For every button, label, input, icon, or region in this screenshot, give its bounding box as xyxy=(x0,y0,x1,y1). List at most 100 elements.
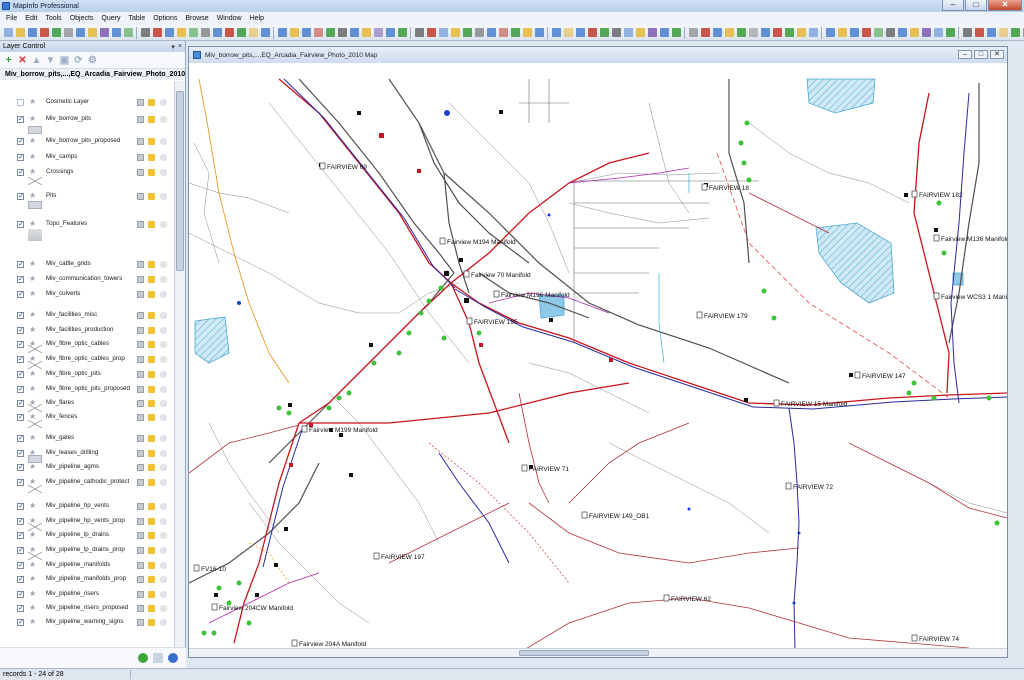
map-name-header[interactable]: Miv_borrow_pits,...,EQ_Arcadia_Fairview_… xyxy=(0,69,185,80)
map-label[interactable]: FAIRVIEW 72 xyxy=(793,484,833,491)
layer-selectable-icon[interactable] xyxy=(148,400,155,407)
toolbar-tool-icon[interactable] xyxy=(486,28,496,37)
layer-row[interactable]: ✓ ★ Miv_pipeline_hp_vents xyxy=(0,501,173,513)
toolbar-tool-icon[interactable] xyxy=(462,28,472,37)
layer-edit-icon[interactable] xyxy=(137,356,144,363)
layer-edit-icon[interactable] xyxy=(137,605,144,612)
toolbar-tool-icon[interactable] xyxy=(962,28,972,37)
well-marker[interactable] xyxy=(663,594,670,602)
toolbar-tool-icon[interactable] xyxy=(140,28,150,37)
layer-selectable-icon[interactable] xyxy=(148,518,155,525)
toolbar-tool-icon[interactable] xyxy=(945,28,955,37)
apply-icon[interactable] xyxy=(138,653,148,663)
layer-visible-checkbox[interactable]: ✓ xyxy=(17,503,24,510)
toolbar-tool-icon[interactable] xyxy=(3,28,13,37)
layer-visible-checkbox[interactable]: ✓ xyxy=(17,450,24,457)
well-marker[interactable] xyxy=(933,234,940,242)
layer-visible-checkbox[interactable]: ✓ xyxy=(17,576,24,583)
layer-row[interactable]: ✓ ★ Miv_pipeline_agms xyxy=(0,462,173,474)
layer-selectable-icon[interactable] xyxy=(148,312,155,319)
layer-edit-icon[interactable] xyxy=(137,291,144,298)
toolbar-tool-icon[interactable] xyxy=(808,28,818,37)
toolbar-tool-icon[interactable] xyxy=(575,28,585,37)
toolbar-tool-icon[interactable] xyxy=(349,28,359,37)
toolbar-tool-icon[interactable] xyxy=(236,28,246,37)
layer-selectable-icon[interactable] xyxy=(148,547,155,554)
map-scroll-thumb[interactable] xyxy=(519,650,649,656)
layer-edit-icon[interactable] xyxy=(137,562,144,569)
layer-row[interactable]: ✓ ★ Miv_borrow_pits xyxy=(0,114,173,126)
layer-edit-icon[interactable] xyxy=(137,116,144,123)
map-restore-button[interactable]: □ xyxy=(974,50,988,59)
layer-row[interactable]: ✓ ★ Miv_pipeline_lp_drains_prop xyxy=(0,545,173,557)
layer-visible-checkbox[interactable]: ✓ xyxy=(17,386,24,393)
well-marker[interactable] xyxy=(463,270,470,278)
layer-label-icon[interactable] xyxy=(160,221,167,228)
map-label[interactable]: Fairview 204A Manifold xyxy=(299,641,367,648)
toolbar-tool-icon[interactable] xyxy=(337,28,347,37)
layer-label-icon[interactable] xyxy=(160,312,167,319)
layer-label-icon[interactable] xyxy=(160,291,167,298)
map-label[interactable]: FV16-10 xyxy=(201,566,226,573)
layer-row[interactable]: ✓ ★ Miv_gates xyxy=(0,433,173,445)
layer-label-icon[interactable] xyxy=(160,261,167,268)
toolbar-tool-icon[interactable] xyxy=(837,28,847,37)
layer-row[interactable]: ✓ ★ Miv_camps xyxy=(0,152,173,164)
layer-selectable-icon[interactable] xyxy=(148,291,155,298)
toolbar-tool-icon[interactable] xyxy=(450,28,460,37)
well-marker[interactable] xyxy=(933,292,940,300)
toolbar-tool-icon[interactable] xyxy=(974,28,984,37)
layer-edit-icon[interactable] xyxy=(137,327,144,334)
layer-row[interactable]: ✓ ★ Miv_facilities_production xyxy=(0,325,173,337)
toolbar-tool-icon[interactable] xyxy=(611,28,621,37)
layer-label-icon[interactable] xyxy=(160,576,167,583)
layer-label-icon[interactable] xyxy=(160,400,167,407)
menu-file[interactable]: File xyxy=(2,15,21,22)
well-marker[interactable] xyxy=(466,317,473,325)
layer-visible-checkbox[interactable]: ✓ xyxy=(17,619,24,626)
layer-label-icon[interactable] xyxy=(160,154,167,161)
panel-close-button[interactable]: × xyxy=(178,43,182,51)
close-button[interactable]: ✕ xyxy=(988,0,1022,11)
toolbar-tool-icon[interactable] xyxy=(438,28,448,37)
well-marker[interactable] xyxy=(785,482,792,490)
toolbar-tool-icon[interactable] xyxy=(998,28,1008,37)
toolbar-tool-icon[interactable] xyxy=(563,28,573,37)
move-up-icon[interactable]: ▲ xyxy=(31,55,42,66)
toolbar-tool-icon[interactable] xyxy=(260,28,270,37)
layer-row[interactable]: ✓ ★ Miv_flares xyxy=(0,398,173,410)
layer-edit-icon[interactable] xyxy=(137,99,144,106)
layer-selectable-icon[interactable] xyxy=(148,276,155,283)
layer-label-icon[interactable] xyxy=(160,562,167,569)
layer-row[interactable]: ✓ ★ Miv_borrow_pits_proposed xyxy=(0,136,173,148)
toolbar-tool-icon[interactable] xyxy=(248,28,258,37)
layer-visible-checkbox[interactable]: ✓ xyxy=(17,562,24,569)
layer-selectable-icon[interactable] xyxy=(148,450,155,457)
toolbar-tool-icon[interactable] xyxy=(635,28,645,37)
layer-edit-icon[interactable] xyxy=(137,464,144,471)
layer-row[interactable]: ✓ ★ Pits xyxy=(0,191,173,203)
layer-selectable-icon[interactable] xyxy=(148,479,155,486)
move-down-icon[interactable]: ▼ xyxy=(45,55,56,66)
toolbar-tool-icon[interactable] xyxy=(325,28,335,37)
layer-row[interactable]: ✓ ★ Miv_facilities_misc xyxy=(0,310,173,322)
layer-label-icon[interactable] xyxy=(160,371,167,378)
layer-list-scrollbar[interactable] xyxy=(174,81,185,671)
well-marker[interactable] xyxy=(301,425,308,433)
toolbar-tool-icon[interactable] xyxy=(75,28,85,37)
layer-row[interactable]: ✓ ★ Miv_pipeline_cathodic_protect xyxy=(0,477,173,489)
layer-edit-icon[interactable] xyxy=(137,518,144,525)
layer-visible-checkbox[interactable]: ✓ xyxy=(17,116,24,123)
well-marker[interactable] xyxy=(439,237,446,245)
layer-visible-checkbox[interactable]: ✓ xyxy=(17,221,24,228)
well-marker[interactable] xyxy=(911,190,918,198)
toolbar-tool-icon[interactable] xyxy=(277,28,287,37)
map-horizontal-scrollbar[interactable] xyxy=(189,648,1007,657)
toolbar-tool-icon[interactable] xyxy=(361,28,371,37)
toolbar-tool-icon[interactable] xyxy=(188,28,198,37)
toolbar-tool-icon[interactable] xyxy=(164,28,174,37)
layer-label-icon[interactable] xyxy=(160,341,167,348)
layer-edit-icon[interactable] xyxy=(137,400,144,407)
maximize-button[interactable]: □ xyxy=(965,0,987,11)
toolbar-tool-icon[interactable] xyxy=(87,28,97,37)
